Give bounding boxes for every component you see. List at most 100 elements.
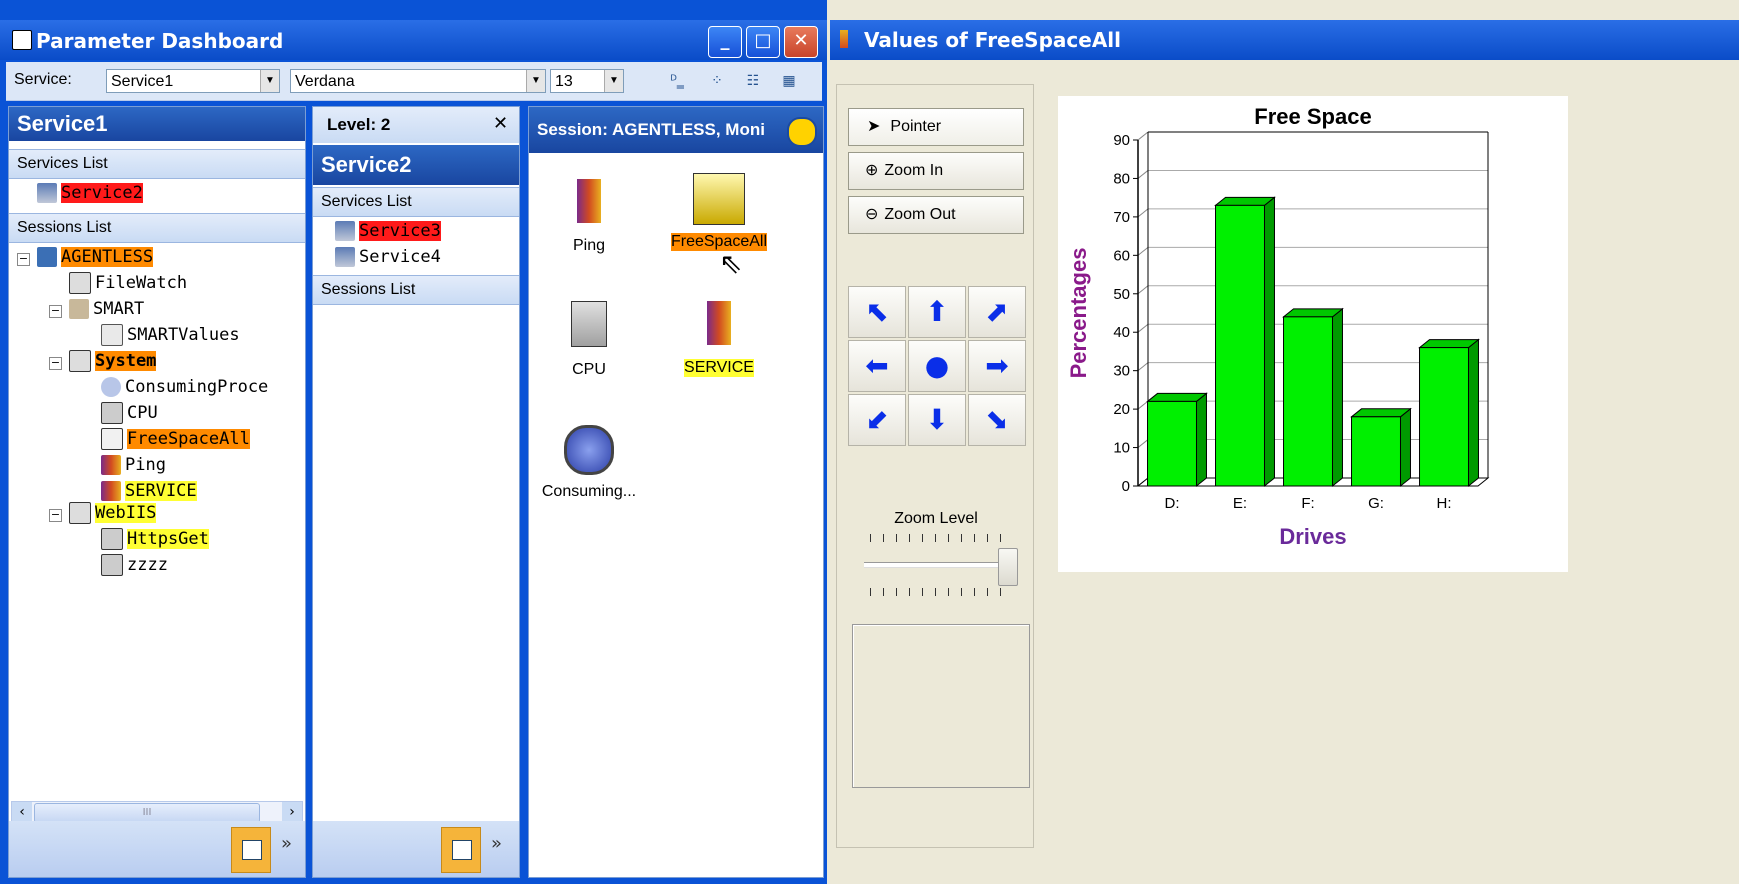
session-icon-freespaceall[interactable]: FreeSpaceAll bbox=[659, 173, 779, 251]
chevron-down-icon[interactable]: ▼ bbox=[604, 70, 623, 92]
pan-left-button[interactable]: ⬅ bbox=[848, 340, 906, 392]
pan-center-button[interactable]: ● bbox=[908, 340, 966, 392]
tree-item-smart[interactable]: SMART bbox=[69, 297, 144, 321]
session-icon-cpu[interactable]: CPU bbox=[529, 301, 649, 379]
x-tick-label: F: bbox=[1301, 495, 1314, 512]
maximize-button[interactable]: □ bbox=[746, 26, 780, 58]
pointer-icon: ➤ bbox=[867, 118, 881, 135]
collapse-toggle[interactable]: − bbox=[49, 357, 62, 370]
bar-side bbox=[1331, 307, 1343, 488]
text-layout-icon[interactable]: ᴰ‗ bbox=[666, 70, 688, 92]
tree-item-filewatch[interactable]: FileWatch bbox=[69, 271, 187, 295]
session-pane: Session: AGENTLESS, Moni Ping FreeSpaceA… bbox=[528, 106, 824, 878]
session-icon-ping[interactable]: Ping bbox=[529, 179, 649, 255]
level-label: Level: 2 bbox=[327, 115, 391, 134]
list-layout-icon[interactable]: ☷ bbox=[742, 70, 764, 92]
bars-icon bbox=[101, 455, 121, 475]
tree-item-label: Service2 bbox=[61, 183, 143, 203]
tree-item-label: ConsumingProce bbox=[125, 377, 269, 397]
x-tick-label: H: bbox=[1437, 495, 1452, 512]
grid-depth-line bbox=[1137, 400, 1149, 410]
zoom-slider-thumb[interactable] bbox=[998, 548, 1018, 586]
pan-down-right-button[interactable]: ⬊ bbox=[968, 394, 1026, 446]
window-title: Parameter Dashboard bbox=[36, 29, 284, 53]
bars-icon bbox=[707, 301, 731, 345]
tree-item-service3[interactable]: Service3 bbox=[335, 219, 441, 243]
minimize-button[interactable]: _ bbox=[708, 26, 742, 58]
chevron-more-icon[interactable]: » bbox=[281, 833, 292, 854]
tree-item-smartvalues[interactable]: SMARTValues bbox=[101, 323, 240, 347]
bar-side bbox=[1195, 392, 1207, 488]
tree-item-cpu[interactable]: CPU bbox=[101, 401, 158, 425]
chevron-down-icon[interactable]: ▼ bbox=[526, 70, 545, 92]
bar-side bbox=[1399, 407, 1411, 488]
grid-layout-icon[interactable]: ▦ bbox=[778, 70, 800, 92]
service-combo[interactable]: Service1 ▼ bbox=[106, 69, 280, 93]
database-icon[interactable] bbox=[787, 117, 817, 147]
font-combo[interactable]: Verdana ▼ bbox=[290, 69, 546, 93]
computer-icon bbox=[37, 247, 57, 267]
y-tick-label: 10 bbox=[1113, 440, 1130, 457]
sessions-list-header[interactable]: Sessions List bbox=[313, 275, 519, 305]
size-combo-value: 13 bbox=[555, 73, 573, 90]
sessions-list-header[interactable]: Sessions List bbox=[9, 213, 305, 243]
scroll-left-arrow[interactable]: ‹ bbox=[12, 802, 32, 822]
pan-down-left-button[interactable]: ⬋ bbox=[848, 394, 906, 446]
size-combo[interactable]: 13 ▼ bbox=[550, 69, 624, 93]
zoom-slider-track[interactable] bbox=[864, 562, 1016, 568]
tree-item-service4[interactable]: Service4 bbox=[335, 245, 441, 269]
pan-up-right-button[interactable]: ⬈ bbox=[968, 286, 1026, 338]
tree-item-service[interactable]: SERVICE bbox=[101, 479, 197, 503]
chevron-down-icon[interactable]: ▼ bbox=[260, 70, 279, 92]
tree-item-agentless[interactable]: AGENTLESS bbox=[37, 245, 154, 269]
grid-depth-line bbox=[1137, 170, 1149, 179]
service-icon bbox=[335, 247, 355, 267]
y-tick-label: 70 bbox=[1113, 209, 1130, 226]
zoom-in-button[interactable]: ⊕ Zoom In bbox=[848, 152, 1024, 190]
tree-item-service2[interactable]: Service2 bbox=[37, 181, 143, 205]
grid-view-button[interactable] bbox=[441, 827, 481, 873]
tree-item-webiis[interactable]: WebIIS bbox=[69, 501, 157, 525]
pan-down-button[interactable]: ⬇ bbox=[908, 394, 966, 446]
pan-up-button[interactable]: ⬆ bbox=[908, 286, 966, 338]
scroll-right-arrow[interactable]: › bbox=[282, 802, 302, 822]
tree-item-httpsget[interactable]: HttpsGet bbox=[101, 527, 209, 551]
tree-item-freespaceall[interactable]: FreeSpaceAll bbox=[101, 427, 250, 451]
collapse-toggle[interactable]: − bbox=[17, 253, 30, 266]
bar bbox=[1147, 400, 1197, 487]
zoom-out-button[interactable]: ⊖ Zoom Out bbox=[848, 196, 1024, 234]
collapse-toggle[interactable]: − bbox=[49, 509, 62, 522]
tree-layout-icon[interactable]: ⁘ bbox=[706, 70, 728, 92]
bars-icon bbox=[840, 30, 848, 48]
bars-icon bbox=[101, 481, 121, 501]
grid-icon bbox=[452, 840, 472, 860]
left-title-bar[interactable]: Parameter Dashboard bbox=[0, 20, 827, 60]
right-title-bar[interactable]: Values of FreeSpaceAll bbox=[830, 20, 1739, 60]
close-icon[interactable]: ✕ bbox=[493, 113, 508, 134]
service2-pane: Level: 2 ✕ Service2 Services List Servic… bbox=[312, 106, 520, 878]
free-space-chart: Free Space 0 10 20 30 40 50 60 70 80 90 D: E: F: G: H: D… bbox=[1066, 104, 1490, 549]
bar bbox=[1419, 347, 1469, 487]
tree-item-system[interactable]: System bbox=[69, 349, 157, 373]
tree-item-label: System bbox=[95, 351, 157, 371]
close-button[interactable]: ✕ bbox=[784, 26, 818, 58]
session-icon-service[interactable]: SERVICE bbox=[659, 301, 779, 377]
pan-up-left-button[interactable]: ⬉ bbox=[848, 286, 906, 338]
tree-item-label: CPU bbox=[127, 403, 158, 423]
pointer-button[interactable]: ➤ Pointer bbox=[848, 108, 1024, 146]
tree-item-label: Service4 bbox=[359, 247, 441, 267]
services-list-header[interactable]: Services List bbox=[313, 187, 519, 217]
tree-item-ping[interactable]: Ping bbox=[101, 453, 166, 477]
tree-item-consumingprocess[interactable]: ConsumingProce bbox=[101, 375, 268, 399]
session-icon-consuming[interactable]: Consuming... bbox=[529, 425, 649, 501]
bar-top bbox=[1350, 408, 1412, 418]
tree-item-zzzz[interactable]: zzzz bbox=[101, 553, 168, 577]
x-tick-label: G: bbox=[1368, 495, 1384, 512]
pan-right-button[interactable]: ➡ bbox=[968, 340, 1026, 392]
grid-view-button[interactable] bbox=[231, 827, 271, 873]
chevron-more-icon[interactable]: » bbox=[491, 833, 502, 854]
services-list-header[interactable]: Services List bbox=[9, 149, 305, 179]
pointer-label: Pointer bbox=[890, 118, 942, 135]
collapse-toggle[interactable]: − bbox=[49, 305, 62, 318]
scroll-thumb[interactable]: III bbox=[34, 803, 260, 823]
